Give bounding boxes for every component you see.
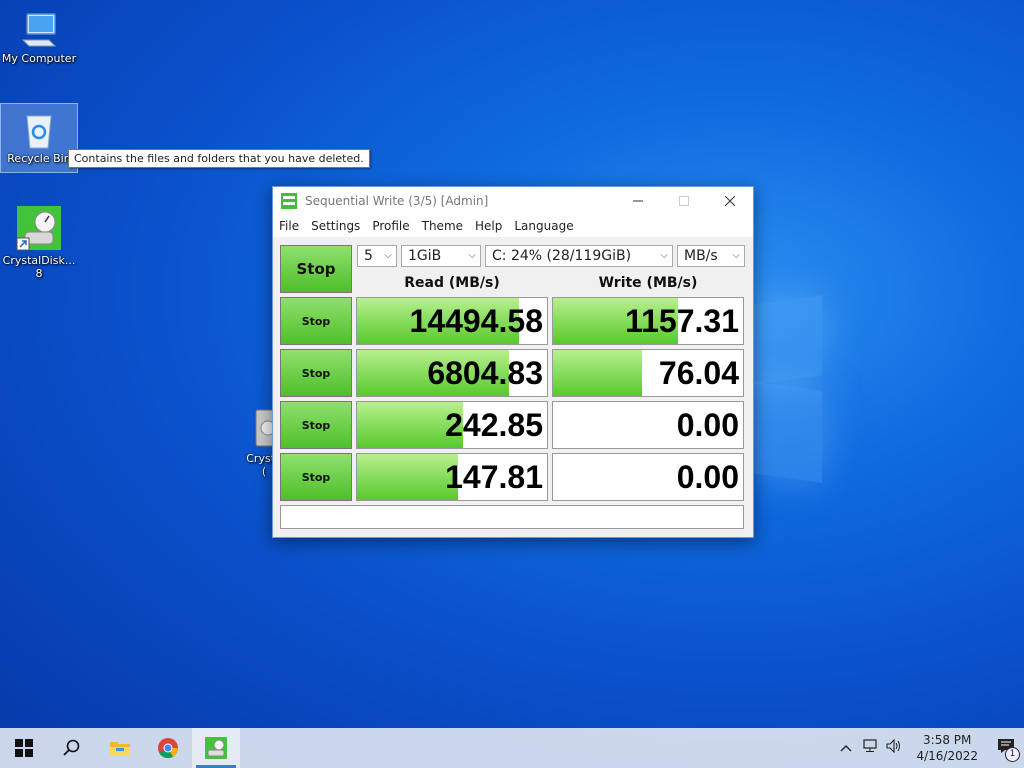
notification-count-badge: 1 xyxy=(1005,747,1020,762)
menu-file[interactable]: File xyxy=(273,219,305,233)
window-title: Sequential Write (3/5) [Admin] xyxy=(305,194,489,208)
title-bar[interactable]: Sequential Write (3/5) [Admin] xyxy=(273,187,753,215)
menu-help[interactable]: Help xyxy=(469,219,508,233)
desktop-icon-label-line2: 8 xyxy=(35,267,43,280)
volume-icon[interactable] xyxy=(882,738,906,757)
read-header: Read (MB/s) xyxy=(404,275,500,291)
row-4-read-cell: 147.81 xyxy=(356,453,548,501)
row-2-write-bar xyxy=(553,350,643,396)
row-2-write-cell: 76.04 xyxy=(552,349,744,397)
row-3-read-cell: 242.85 xyxy=(356,401,548,449)
file-explorer-button[interactable] xyxy=(96,728,144,768)
row-2-read-value: 6804.83 xyxy=(427,355,543,391)
chevron-up-icon[interactable] xyxy=(834,740,858,756)
benchmark-panel: Stop 5 ⌵ 1GiB ⌵ C: 24% (28/119GiB) ⌵ MB/… xyxy=(273,237,753,537)
row-1-stop-button[interactable]: Stop xyxy=(280,297,352,345)
windows-start-icon xyxy=(15,739,33,757)
row-1-write-cell: 1157.31 xyxy=(552,297,744,345)
windows-logo-pane-top xyxy=(752,295,822,385)
count-value: 5 xyxy=(364,248,373,264)
crystaldiskmark-icon xyxy=(205,737,227,759)
desktop-icon-label: My Computer xyxy=(1,52,77,65)
menu-theme[interactable]: Theme xyxy=(416,219,469,233)
row-1-write-value: 1157.31 xyxy=(625,303,739,339)
row-4-stop-button[interactable]: Stop xyxy=(280,453,352,501)
write-header: Write (MB/s) xyxy=(598,275,698,291)
chevron-down-icon: ⌵ xyxy=(468,250,476,261)
minimize-icon xyxy=(633,200,643,202)
drive-select[interactable]: C: 24% (28/119GiB) ⌵ xyxy=(485,245,673,267)
chevron-down-icon: ⌵ xyxy=(732,250,740,261)
row-3-stop-button[interactable]: Stop xyxy=(280,401,352,449)
row-3-read-value: 242.85 xyxy=(445,407,543,443)
row-4-read-value: 147.81 xyxy=(445,459,543,495)
row-2-read-cell: 6804.83 xyxy=(356,349,548,397)
row-1-read-cell: 14494.58 xyxy=(356,297,548,345)
row-4-read-bar xyxy=(357,454,458,500)
clock[interactable]: 3:58 PM 4/16/2022 xyxy=(916,732,978,764)
close-button[interactable] xyxy=(707,187,753,215)
row-4-write-value: 0.00 xyxy=(676,459,739,495)
computer-icon xyxy=(19,10,59,50)
chevron-down-icon: ⌵ xyxy=(384,250,392,261)
menu-language[interactable]: Language xyxy=(508,219,579,233)
size-select[interactable]: 1GiB ⌵ xyxy=(401,245,481,267)
file-explorer-icon xyxy=(110,742,130,756)
clock-date: 4/16/2022 xyxy=(916,749,978,763)
menu-bar: File Settings Profile Theme Help Languag… xyxy=(273,215,753,237)
chevron-down-icon: ⌵ xyxy=(660,250,668,261)
crystaldiskmark-taskbar-button[interactable] xyxy=(192,728,240,768)
menu-settings[interactable]: Settings xyxy=(305,219,366,233)
start-button[interactable] xyxy=(0,728,48,768)
system-tray: 3:58 PM 4/16/2022 1 xyxy=(834,728,1024,768)
unit-value: MB/s xyxy=(684,248,718,264)
row-3-write-cell: 0.00 xyxy=(552,401,744,449)
minimize-button[interactable] xyxy=(615,187,661,215)
desktop-icon-crystaldiskmark[interactable]: CrystalDisk... 8 xyxy=(1,202,77,280)
count-select[interactable]: 5 ⌵ xyxy=(357,245,397,267)
chrome-button[interactable] xyxy=(144,728,192,768)
desktop-icon-label: CrystalDisk... xyxy=(2,254,76,267)
size-value: 1GiB xyxy=(408,248,442,264)
row-2-write-value: 76.04 xyxy=(658,355,739,391)
unit-select[interactable]: MB/s ⌵ xyxy=(677,245,745,267)
search-button[interactable] xyxy=(48,728,96,768)
chrome-icon xyxy=(158,738,179,759)
app-icon xyxy=(281,193,297,209)
row-2-stop-button[interactable]: Stop xyxy=(280,349,352,397)
row-1-read-value: 14494.58 xyxy=(409,303,543,339)
desktop-icon-my-computer[interactable]: My Computer xyxy=(1,4,77,65)
desktop-icon-recycle-bin[interactable]: Recycle Bin xyxy=(0,103,78,173)
close-icon xyxy=(725,196,735,206)
maximize-button[interactable] xyxy=(661,187,707,215)
maximize-icon xyxy=(679,196,689,206)
crystaldiskmark-window: Sequential Write (3/5) [Admin] File Sett… xyxy=(272,186,754,538)
row-4-write-cell: 0.00 xyxy=(552,453,744,501)
clock-time: 3:58 PM xyxy=(923,733,972,747)
desktop-icon-label: Recycle Bin xyxy=(7,152,71,165)
comment-field[interactable] xyxy=(280,505,744,529)
row-3-write-value: 0.00 xyxy=(676,407,739,443)
menu-profile[interactable]: Profile xyxy=(366,219,415,233)
search-icon xyxy=(63,739,80,756)
stop-all-button[interactable]: Stop xyxy=(280,245,352,293)
recycle-bin-icon xyxy=(19,110,59,150)
crystaldiskmark-icon xyxy=(15,204,63,252)
action-center-button[interactable]: 1 xyxy=(988,738,1024,762)
taskbar: 3:58 PM 4/16/2022 1 xyxy=(0,728,1024,768)
drive-value: C: 24% (28/119GiB) xyxy=(492,248,632,264)
network-icon[interactable] xyxy=(858,739,882,757)
tooltip: Contains the files and folders that you … xyxy=(68,149,370,168)
windows-logo-pane-bottom xyxy=(752,381,822,483)
